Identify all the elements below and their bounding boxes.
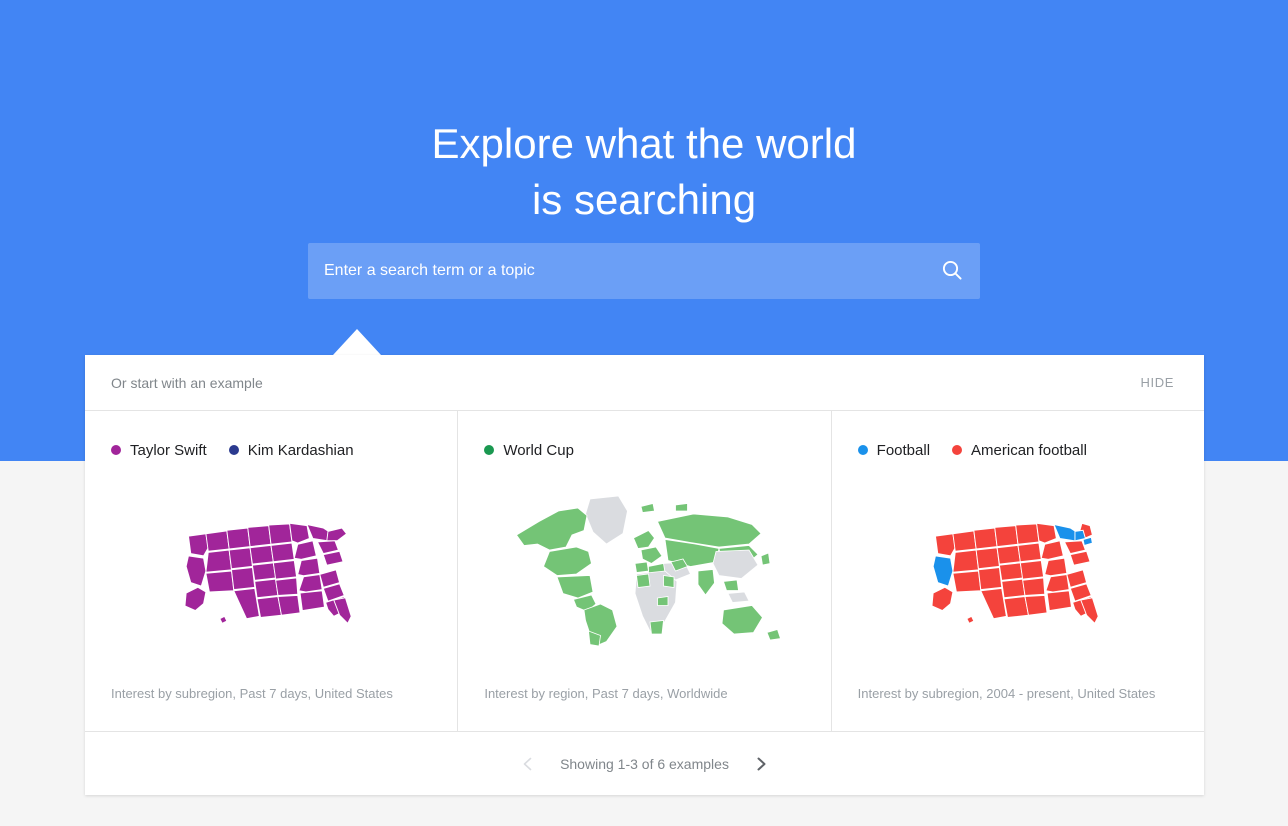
examples-panel-label: Or start with an example [111, 374, 263, 391]
united-states-map [832, 473, 1204, 668]
chevron-left-icon [520, 756, 536, 772]
search-bar[interactable] [308, 243, 980, 299]
examples-panel: Or start with an example HIDE Taylor Swi… [85, 355, 1204, 795]
legend-item: Kim Kardashian [228, 441, 354, 459]
legend-color-dot [952, 445, 963, 455]
legend-color-dot [857, 445, 868, 455]
legend-color-dot [111, 445, 121, 455]
card-caption: Interest by subregion, 2004 - present, U… [857, 686, 1156, 701]
legend-label: American football [971, 441, 1087, 459]
world-map [458, 473, 830, 668]
page-title-line-2: is searching [531, 176, 757, 224]
legend-label: World Cup [503, 441, 574, 459]
hide-examples-button[interactable]: HIDE [1137, 369, 1178, 396]
next-page-button[interactable] [747, 752, 775, 776]
example-card[interactable]: Taylor Swift Kim Kardashian Interest by … [85, 411, 459, 731]
example-card[interactable]: Football American football Interest by s… [832, 411, 1204, 731]
card-legend: World Cup [458, 411, 830, 461]
panel-pointer [333, 329, 381, 355]
page-title-line-1: Explore what the world [431, 120, 857, 168]
search-icon [940, 258, 964, 285]
examples-pagination: Showing 1-3 of 6 examples [85, 731, 1204, 795]
card-caption: Interest by subregion, Past 7 days, Unit… [111, 686, 393, 701]
legend-label: Kim Kardashian [247, 441, 354, 459]
page-title: Explore what the world is searching [0, 116, 1288, 228]
united-states-map [85, 473, 457, 668]
card-legend: Football American football [832, 411, 1204, 461]
card-legend: Taylor Swift Kim Kardashian [85, 411, 457, 461]
pagination-status: Showing 1-3 of 6 examples [560, 755, 729, 772]
example-card[interactable]: World Cup Interest by region, Past 7 day… [458, 411, 832, 731]
legend-item: Football [857, 441, 931, 459]
chevron-right-icon [753, 756, 769, 772]
legend-item: American football [952, 442, 1087, 459]
legend-label: Football [876, 441, 931, 459]
legend-item: World Cup [484, 442, 574, 459]
legend-color-dot [228, 445, 239, 455]
legend-color-dot [484, 445, 495, 455]
example-card-list: Taylor Swift Kim Kardashian Interest by … [85, 411, 1204, 731]
examples-panel-header: Or start with an example HIDE [85, 355, 1204, 411]
search-input[interactable] [308, 244, 924, 298]
previous-page-button[interactable] [514, 752, 542, 776]
legend-label: Taylor Swift [130, 441, 207, 459]
card-caption: Interest by region, Past 7 days, Worldwi… [484, 686, 728, 701]
legend-item: Taylor Swift [111, 442, 207, 459]
search-button[interactable] [924, 243, 980, 299]
